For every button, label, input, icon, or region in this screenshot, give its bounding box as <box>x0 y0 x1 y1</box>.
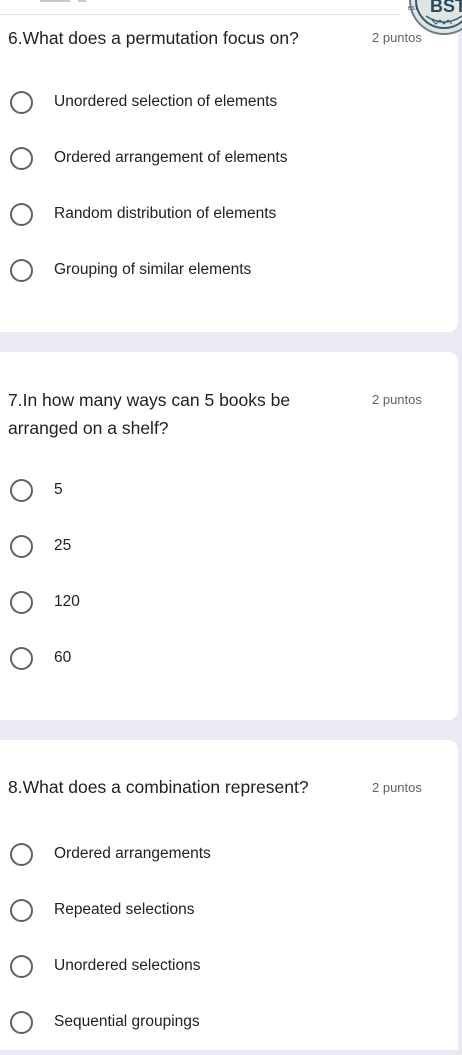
option-label: Grouping of similar elements <box>54 261 252 278</box>
option-label: Ordered arrangements <box>54 845 211 862</box>
radio-circle-icon[interactable] <box>10 146 33 170</box>
option-label: Ordered arrangement of elements <box>54 149 288 166</box>
radio-circle-icon[interactable] <box>10 1010 33 1034</box>
radio-circle-icon[interactable] <box>10 954 33 978</box>
option-radio[interactable]: Ordered arrangements <box>10 840 430 868</box>
top-divider <box>0 0 400 15</box>
option-label: 60 <box>54 649 72 666</box>
option-radio[interactable]: Unordered selections <box>10 952 430 980</box>
radio-circle-icon[interactable] <box>10 646 33 670</box>
radio-circle-icon[interactable] <box>10 90 33 114</box>
option-radio[interactable]: 5 <box>10 476 430 504</box>
question-title: 7.In how many ways can 5 books be arrang… <box>8 390 291 438</box>
option-label: Repeated selections <box>54 901 195 918</box>
svg-text:BSTI: BSTI <box>430 0 462 16</box>
radio-circle-icon[interactable] <box>10 898 33 922</box>
question-points: 2 puntos <box>372 392 422 407</box>
question-title: 6.What does a permutation focus on? <box>8 28 299 48</box>
option-label: Sequential groupings <box>54 1013 200 1030</box>
question-card-6: 6.What does a permutation focus on? 2 pu… <box>0 0 458 332</box>
option-label: Unordered selection of elements <box>54 93 278 110</box>
radio-circle-icon[interactable] <box>10 590 33 614</box>
option-label: Unordered selections <box>54 957 201 974</box>
radio-circle-icon[interactable] <box>10 202 33 226</box>
option-radio[interactable]: Random distribution of elements <box>10 200 430 228</box>
radio-circle-icon[interactable] <box>10 478 33 502</box>
radio-circle-icon[interactable] <box>10 842 33 866</box>
question-card-7: 7.In how many ways can 5 books be arrang… <box>0 352 458 720</box>
question-points: 2 puntos <box>372 780 422 795</box>
question-title: 8.What does a combination represent? <box>8 777 309 797</box>
option-radio[interactable]: 60 <box>10 644 430 672</box>
radio-circle-icon[interactable] <box>10 534 33 558</box>
option-label: 120 <box>54 593 80 610</box>
svg-text:BST: BST <box>408 6 418 12</box>
option-radio[interactable]: Repeated selections <box>10 896 430 924</box>
option-label: 5 <box>54 481 63 498</box>
question-card-8: 8.What does a combination represent? 2 p… <box>0 740 458 1050</box>
option-label: Random distribution of elements <box>54 205 277 222</box>
option-radio[interactable]: 120 <box>10 588 430 616</box>
option-radio[interactable]: Unordered selection of elements <box>10 88 430 116</box>
option-radio[interactable]: Ordered arrangement of elements <box>10 144 430 172</box>
option-radio[interactable]: Grouping of similar elements <box>10 256 430 284</box>
option-radio[interactable]: 25 <box>10 532 430 560</box>
radio-circle-icon[interactable] <box>10 258 33 282</box>
option-label: 25 <box>54 537 72 554</box>
bsti-logo: BSTI BST <box>408 0 462 35</box>
option-radio[interactable]: Sequential groupings <box>10 1008 430 1036</box>
